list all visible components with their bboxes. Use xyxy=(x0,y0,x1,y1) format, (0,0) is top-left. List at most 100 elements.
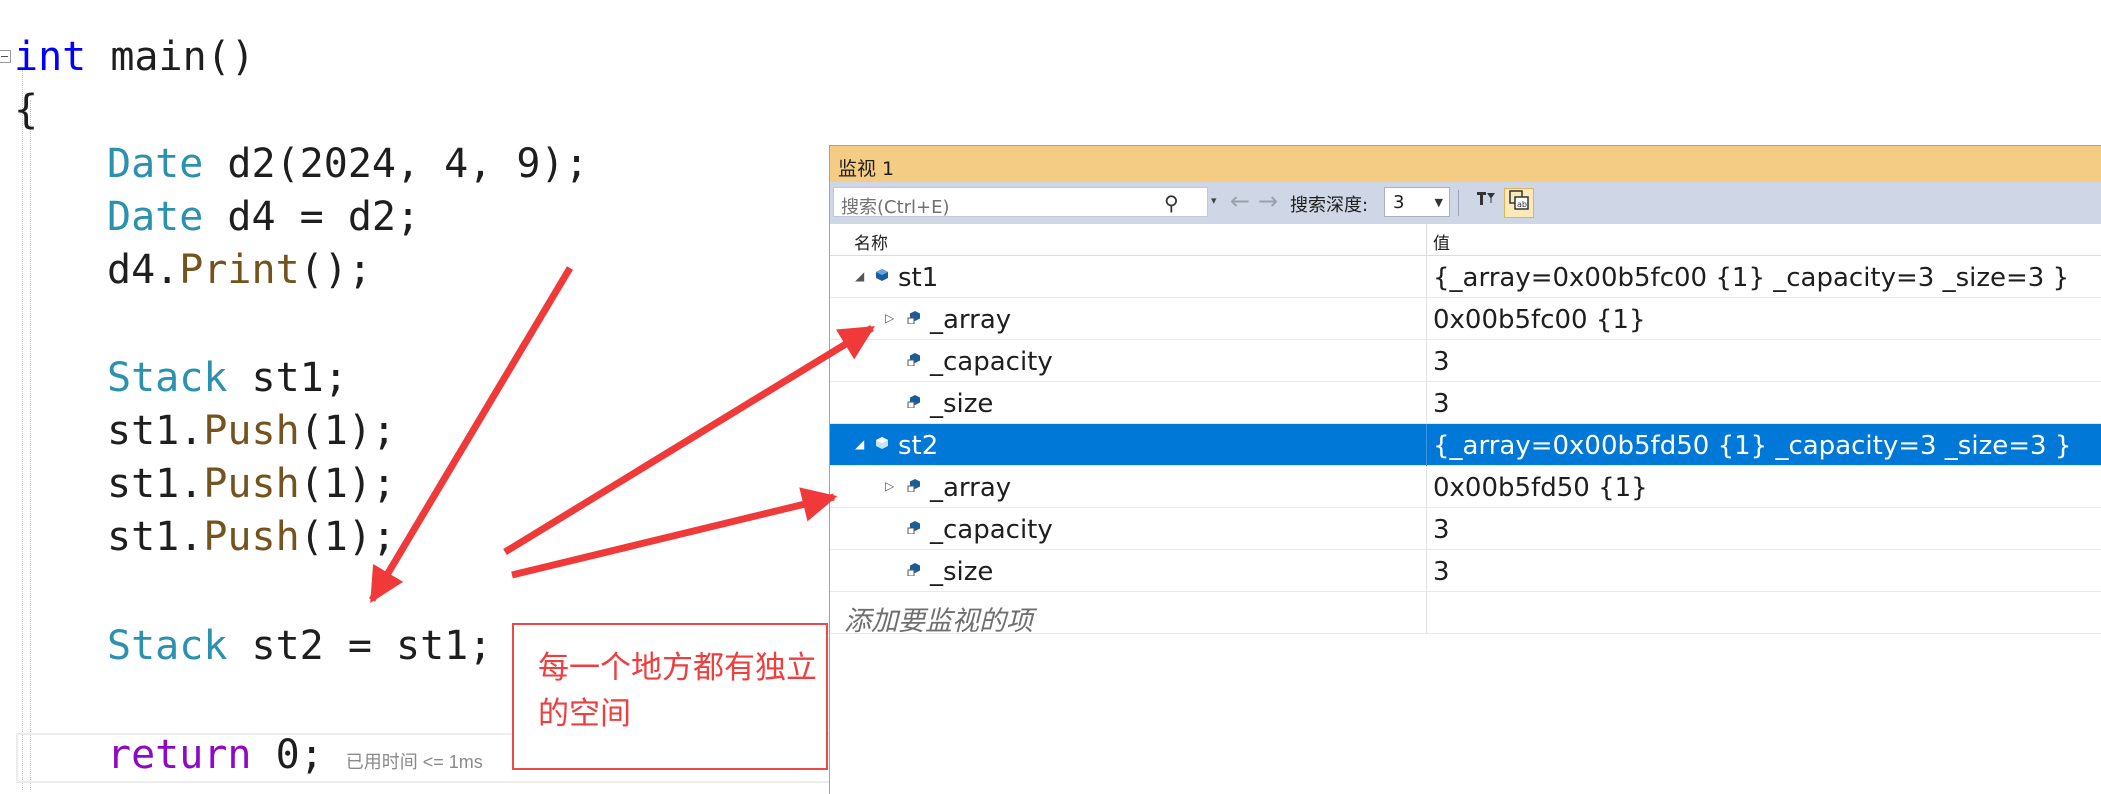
code-line[interactable]: Stack st1; xyxy=(107,351,348,405)
search-depth-select[interactable]: 3 ▼ xyxy=(1384,187,1450,217)
watch-value[interactable]: 3 xyxy=(1433,557,1450,587)
column-divider xyxy=(1426,298,1427,340)
code-text: 0; xyxy=(251,732,324,778)
column-divider xyxy=(1426,340,1427,382)
code-text: main() xyxy=(86,34,255,80)
type-name: Date xyxy=(107,141,204,187)
watch-window[interactable]: 监视 1 搜索(Ctrl+E) ⚲ ▾ ← → 搜索深度: 3 ▼ ab 名称 … xyxy=(829,145,2101,794)
watch-name: _capacity xyxy=(930,347,1053,377)
object-icon xyxy=(876,437,888,449)
column-name-header[interactable]: 名称 xyxy=(854,229,888,254)
add-watch-row[interactable]: 添加要监视的项 xyxy=(830,592,2101,637)
collapse-toggle[interactable] xyxy=(0,50,11,63)
search-input[interactable]: 搜索(Ctrl+E) ⚲ xyxy=(833,187,1208,218)
watch-value[interactable]: 3 xyxy=(1433,389,1450,419)
search-placeholder: 搜索(Ctrl+E) xyxy=(841,197,950,218)
expanded-triangle-icon[interactable]: ◢ xyxy=(855,437,864,451)
watch-row[interactable]: ▷ _array 0x00b5fd50 {1} xyxy=(830,466,2101,508)
member-field-icon xyxy=(907,521,920,534)
indent-guide xyxy=(30,100,31,790)
code-line[interactable]: Date d4 = d2; xyxy=(107,190,420,244)
keyword: int xyxy=(14,34,87,80)
expanded-triangle-icon[interactable]: ◢ xyxy=(855,269,864,283)
collapsed-triangle-icon[interactable]: ▷ xyxy=(885,311,894,325)
column-divider[interactable] xyxy=(1426,224,1427,255)
watch-name: _size xyxy=(930,557,994,587)
column-divider xyxy=(1426,382,1427,424)
forward-arrow-icon[interactable]: → xyxy=(1258,187,1278,215)
member-field-icon xyxy=(907,479,920,492)
code-text: d4. xyxy=(107,247,180,293)
watch-row[interactable]: _capacity 3 xyxy=(830,508,2101,550)
toolbar-divider xyxy=(1458,190,1459,216)
function-name: Push xyxy=(203,408,300,454)
watch-title-bar[interactable]: 监视 1 xyxy=(830,146,2101,182)
function-name: Print xyxy=(179,247,300,293)
code-line-return[interactable]: return 0; 已用时间 <= 1ms xyxy=(107,728,483,789)
search-icon[interactable]: ⚲ xyxy=(1164,191,1179,215)
column-divider xyxy=(1426,466,1427,508)
code-line[interactable]: st1.Push(1); xyxy=(107,404,396,458)
code-text: st1; xyxy=(227,355,348,401)
code-text: (); xyxy=(299,247,372,293)
type-name: Stack xyxy=(107,355,228,401)
watch-value[interactable]: {_array=0x00b5fc00 {1} _capacity=3 _size… xyxy=(1433,263,2069,293)
watch-name: _capacity xyxy=(930,515,1053,545)
code-text: st1. xyxy=(107,461,204,507)
watch-value[interactable]: {_array=0x00b5fd50 {1} _capacity=3 _size… xyxy=(1433,431,2071,461)
column-divider xyxy=(1426,592,1427,634)
member-field-icon xyxy=(907,563,920,576)
watch-row[interactable]: ▷ _array 0x00b5fc00 {1} xyxy=(830,298,2101,340)
watch-name: _array xyxy=(930,305,1012,335)
column-value-header[interactable]: 值 xyxy=(1433,229,1450,254)
search-options-chevron-icon[interactable]: ▾ xyxy=(1211,194,1217,207)
code-line[interactable]: d4.Print(); xyxy=(107,243,372,297)
watch-row[interactable]: _capacity 3 xyxy=(830,340,2101,382)
code-text: st1. xyxy=(107,514,204,560)
function-name: Push xyxy=(203,514,300,560)
type-name: Date xyxy=(107,194,204,240)
column-divider xyxy=(1426,424,1427,466)
member-field-icon xyxy=(907,311,920,324)
search-depth-label: 搜索深度: xyxy=(1290,195,1369,216)
code-text: d2(2024, 4, 9); xyxy=(203,141,589,187)
watch-value[interactable]: 0x00b5fc00 {1} xyxy=(1433,305,1645,335)
column-header: 名称 值 xyxy=(830,224,2101,256)
watch-title: 监视 1 xyxy=(838,158,895,180)
watch-row[interactable]: ◢ st1 {_array=0x00b5fc00 {1} _capacity=3… xyxy=(830,256,2101,298)
watch-name: st2 xyxy=(898,431,939,461)
back-arrow-icon[interactable]: ← xyxy=(1230,187,1250,215)
watch-name: st1 xyxy=(898,263,939,293)
code-line-main[interactable]: int main() xyxy=(14,30,255,84)
code-text: (1); xyxy=(299,461,396,507)
code-text: { xyxy=(14,87,39,133)
object-icon xyxy=(876,269,888,281)
code-text: d4 = d2; xyxy=(203,194,421,240)
watch-value[interactable]: 0x00b5fd50 {1} xyxy=(1433,473,1648,503)
code-line-open-brace[interactable]: { xyxy=(14,83,38,137)
column-divider xyxy=(1426,256,1427,298)
code-line[interactable]: st1.Push(1); xyxy=(107,510,396,564)
code-line[interactable]: Stack st2 = st1; xyxy=(107,619,492,673)
pin-filter-icon[interactable] xyxy=(1470,188,1500,218)
watch-row[interactable]: _size 3 xyxy=(830,550,2101,592)
watch-value[interactable]: 3 xyxy=(1433,347,1450,377)
code-text: (1); xyxy=(299,408,396,454)
type-name: Stack xyxy=(107,623,228,669)
indent-guide xyxy=(22,70,23,790)
collapsed-triangle-icon[interactable]: ▷ xyxy=(885,479,894,493)
keyword: return xyxy=(107,732,252,778)
hex-display-icon[interactable]: ab xyxy=(1504,188,1534,218)
code-line[interactable]: st1.Push(1); xyxy=(107,457,396,511)
watch-row-selected[interactable]: ◢ st2 {_array=0x00b5fd50 {1} _capacity=3… xyxy=(830,424,2101,466)
search-depth-value: 3 xyxy=(1393,192,1405,213)
watch-row[interactable]: _size 3 xyxy=(830,382,2101,424)
watch-name: _size xyxy=(930,389,994,419)
member-field-icon xyxy=(907,395,920,408)
code-text: st2 = st1; xyxy=(227,623,493,669)
elapsed-time-hint[interactable]: 已用时间 <= 1ms xyxy=(346,752,483,772)
watch-value[interactable]: 3 xyxy=(1433,515,1450,545)
code-line[interactable]: Date d2(2024, 4, 9); xyxy=(107,137,589,191)
add-watch-item-placeholder[interactable]: 添加要监视的项 xyxy=(844,599,1033,638)
column-divider xyxy=(1426,550,1427,592)
